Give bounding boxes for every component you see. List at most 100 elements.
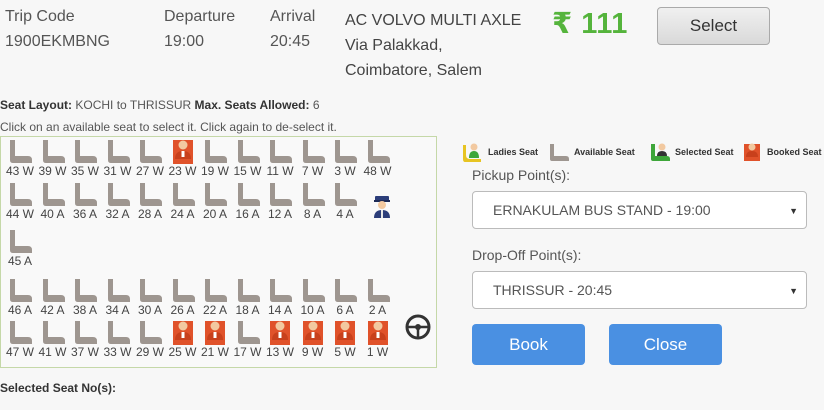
available-seat-icon bbox=[107, 140, 130, 163]
seat-34a[interactable]: 34 A bbox=[101, 276, 135, 317]
seat-22a[interactable]: 22 A bbox=[198, 276, 232, 317]
seat-1w: 1 W bbox=[361, 318, 395, 359]
seat-label: 30 A bbox=[137, 303, 163, 317]
seat-label: 39 W bbox=[38, 164, 67, 178]
seat-25w: 25 W bbox=[166, 318, 200, 359]
available-seat-icon bbox=[107, 321, 130, 344]
seat-label: 20 A bbox=[202, 207, 228, 221]
seat-label: 45 A bbox=[7, 254, 33, 268]
seat-label: 27 W bbox=[135, 164, 164, 178]
seat-14a[interactable]: 14 A bbox=[263, 276, 297, 317]
fare-price: ₹ 111 bbox=[552, 8, 628, 40]
available-seat-icon bbox=[107, 279, 130, 302]
dropoff-select[interactable]: THRISSUR - 20:45 ▼ bbox=[472, 271, 807, 309]
seat-18a[interactable]: 18 A bbox=[231, 276, 265, 317]
booked-seat-icon bbox=[335, 321, 355, 345]
seat-16a[interactable]: 16 A bbox=[231, 180, 265, 221]
seat-42a[interactable]: 42 A bbox=[36, 276, 70, 317]
seat-label: 21 W bbox=[200, 345, 229, 359]
available-seat-icon bbox=[335, 279, 357, 302]
legend-booked-label: Booked Seat bbox=[767, 147, 822, 157]
seat-38a[interactable]: 38 A bbox=[68, 276, 102, 317]
close-button[interactable]: Close bbox=[609, 324, 722, 365]
seat-11w[interactable]: 11 W bbox=[263, 137, 297, 178]
seat-2a[interactable]: 2 A bbox=[361, 276, 395, 317]
seat-45a[interactable]: 45 A bbox=[3, 227, 37, 268]
available-seat-icon bbox=[75, 321, 97, 344]
available-seat-icon bbox=[10, 321, 32, 344]
seat-19w[interactable]: 19 W bbox=[198, 137, 232, 178]
seat-43w[interactable]: 43 W bbox=[3, 137, 37, 178]
trip-code-value: 1900EKMBNG bbox=[5, 33, 110, 50]
bus-info: AC VOLVO MULTI AXLE Via Palakkad, Coimba… bbox=[345, 8, 521, 83]
max-seats-value: 6 bbox=[312, 98, 320, 112]
dropoff-label: Drop-Off Point(s): bbox=[472, 247, 582, 263]
seat-label: 3 W bbox=[334, 164, 356, 178]
seat-30a[interactable]: 30 A bbox=[133, 276, 167, 317]
route-line-1: Via Palakkad, bbox=[345, 37, 443, 54]
available-seat-icon bbox=[335, 183, 357, 206]
legend-selected: Selected Seat bbox=[649, 140, 734, 164]
arrival-value: 20:45 bbox=[270, 33, 311, 50]
seat-3w[interactable]: 3 W bbox=[328, 137, 362, 178]
seat-35w[interactable]: 35 W bbox=[68, 137, 102, 178]
dropdown-arrow-icon: ▼ bbox=[789, 286, 798, 296]
pickup-value: ERNAKULAM BUS STAND - 19:00 bbox=[493, 202, 711, 218]
seat-37w[interactable]: 37 W bbox=[68, 318, 102, 359]
seat-label: 17 W bbox=[233, 345, 262, 359]
seat-26a[interactable]: 26 A bbox=[166, 276, 200, 317]
legend-selected-label: Selected Seat bbox=[675, 147, 734, 157]
seat-4a[interactable]: 4 A bbox=[328, 180, 362, 221]
seat-10a[interactable]: 10 A bbox=[296, 276, 330, 317]
seat-label: 28 A bbox=[137, 207, 163, 221]
seat-17w[interactable]: 17 W bbox=[231, 318, 265, 359]
seat-24a[interactable]: 24 A bbox=[166, 180, 200, 221]
route-line-2: Coimbatore, Salem bbox=[345, 62, 482, 79]
available-seat-icon bbox=[75, 279, 97, 302]
seat-15w[interactable]: 15 W bbox=[231, 137, 265, 178]
seat-label: 16 A bbox=[235, 207, 260, 221]
seat-27w[interactable]: 27 W bbox=[133, 137, 167, 178]
available-seat-icon bbox=[205, 279, 227, 302]
seat-39w[interactable]: 39 W bbox=[36, 137, 70, 178]
seat-label: 29 W bbox=[135, 345, 164, 359]
dropdown-arrow-icon: ▼ bbox=[789, 206, 798, 216]
seat-44w[interactable]: 44 W bbox=[3, 180, 37, 221]
available-seat-icon bbox=[10, 230, 32, 253]
seat-29w[interactable]: 29 W bbox=[133, 318, 167, 359]
seat-48w[interactable]: 48 W bbox=[361, 137, 395, 178]
departure-value: 19:00 bbox=[164, 33, 205, 50]
pickup-select[interactable]: ERNAKULAM BUS STAND - 19:00 ▼ bbox=[472, 191, 807, 229]
seat-13w: 13 W bbox=[263, 318, 297, 359]
seat-32a[interactable]: 32 A bbox=[101, 180, 135, 221]
max-seats-label: Max. Seats Allowed: bbox=[194, 98, 310, 112]
seat-7w[interactable]: 7 W bbox=[296, 137, 330, 178]
seat-33w[interactable]: 33 W bbox=[101, 318, 135, 359]
seat-label: 24 A bbox=[170, 207, 195, 221]
select-button[interactable]: Select bbox=[657, 7, 770, 45]
seat-8a[interactable]: 8 A bbox=[296, 180, 330, 221]
seat-12a[interactable]: 12 A bbox=[263, 180, 297, 221]
seat-layout-label: Seat Layout: bbox=[0, 98, 73, 112]
seat-20a[interactable]: 20 A bbox=[198, 180, 232, 221]
seat-31w[interactable]: 31 W bbox=[101, 137, 135, 178]
seat-46a[interactable]: 46 A bbox=[3, 276, 37, 317]
ladies-seat-icon bbox=[463, 143, 481, 162]
seat-layout-info: Seat Layout: KOCHI to THRISSUR Max. Seat… bbox=[0, 98, 320, 112]
available-seat-icon bbox=[335, 140, 357, 163]
seat-47w[interactable]: 47 W bbox=[3, 318, 37, 359]
bus-name: AC VOLVO MULTI AXLE bbox=[345, 12, 522, 29]
book-button[interactable]: Book bbox=[472, 324, 585, 365]
seat-40a[interactable]: 40 A bbox=[36, 180, 70, 221]
seat-28a[interactable]: 28 A bbox=[133, 180, 167, 221]
available-seat-icon bbox=[270, 140, 292, 163]
seat-41w[interactable]: 41 W bbox=[36, 318, 70, 359]
available-seat-icon bbox=[172, 279, 195, 302]
seat-36a[interactable]: 36 A bbox=[68, 180, 102, 221]
seat-6a[interactable]: 6 A bbox=[328, 276, 362, 317]
available-seat-icon bbox=[237, 279, 260, 302]
to-word: to bbox=[116, 98, 127, 112]
departure-label: Departure bbox=[164, 8, 236, 25]
available-seat-icon bbox=[140, 279, 162, 302]
available-seat-icon bbox=[75, 140, 97, 163]
